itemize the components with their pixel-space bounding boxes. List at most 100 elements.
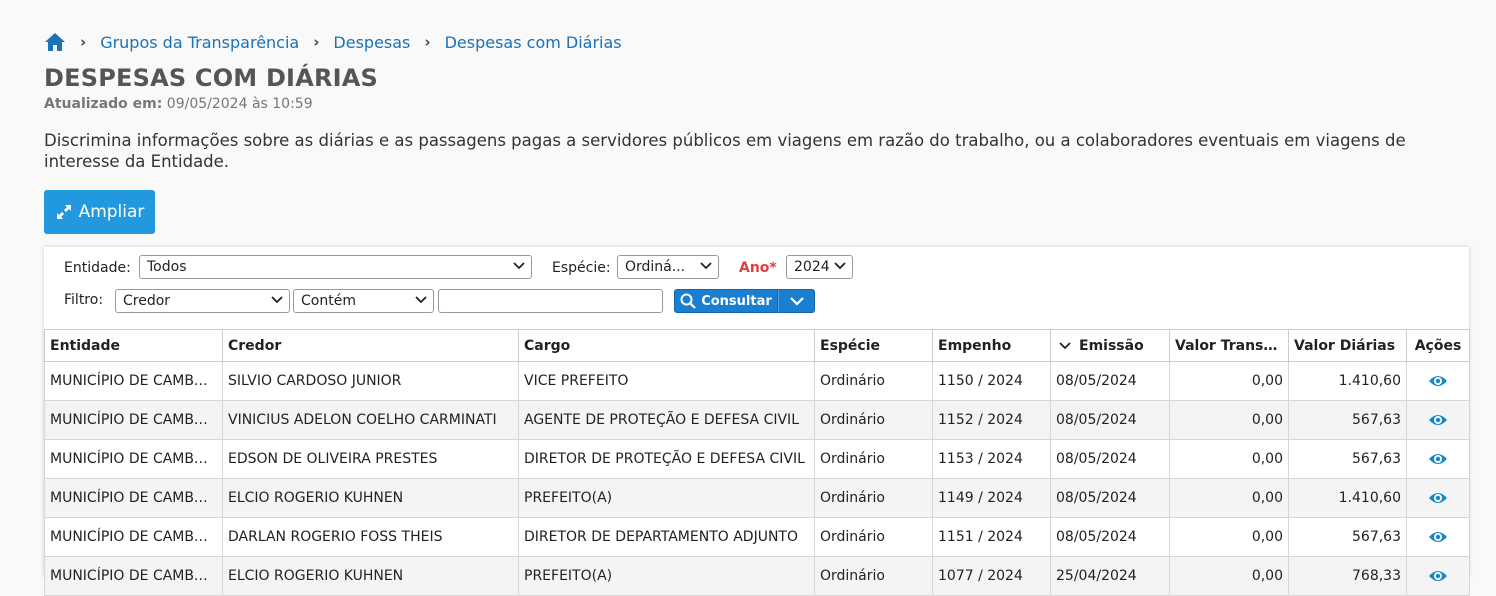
view-eye-icon[interactable]: [1428, 530, 1448, 544]
cell-credor: ELCIO ROGERIO KUHNEN: [222, 478, 519, 518]
filtro-field-value: Credor: [123, 293, 171, 309]
cell-credor: DARLAN ROGERIO FOSS THEIS: [222, 517, 519, 557]
filtro-field-select[interactable]: Credor: [115, 289, 290, 313]
cell-entidade: MUNICÍPIO DE CAMBOR...: [44, 517, 223, 557]
cell-valor-diarias: 567,63: [1288, 439, 1407, 479]
chevron-down-icon: [513, 262, 525, 270]
table-row[interactable]: MUNICÍPIO DE CAMBOR... ELCIO ROGERIO KUHN…: [44, 478, 1470, 518]
cell-credor: SILVIO CARDOSO JUNIOR: [222, 361, 519, 401]
cell-entidade: MUNICÍPIO DE CAMBOR...: [44, 439, 223, 479]
cell-empenho: 1077 / 2024: [932, 556, 1051, 596]
table-row[interactable]: MUNICÍPIO DE CAMBOR... ELCIO ROGERIO KUHN…: [44, 556, 1470, 596]
chevron-down-icon: [700, 262, 712, 270]
especie-label: Espécie:: [552, 260, 611, 276]
especie-select[interactable]: Ordiná...: [617, 255, 719, 279]
cell-emissao: 08/05/2024: [1050, 361, 1170, 401]
entidade-select[interactable]: Todos: [139, 255, 532, 279]
table-row[interactable]: MUNICÍPIO DE CAMBOR... VINICIUS ADELON CO…: [44, 400, 1470, 440]
chevron-down-icon: [834, 262, 846, 270]
cell-especie: Ordinário: [814, 439, 933, 479]
cell-especie: Ordinário: [814, 361, 933, 401]
cell-entidade: MUNICÍPIO DE CAMBOR...: [44, 361, 223, 401]
cell-entidade: MUNICÍPIO DE CAMBOR...: [44, 400, 223, 440]
column-header[interactable]: Cargo: [518, 329, 815, 362]
cell-valor-diarias: 567,63: [1288, 400, 1407, 440]
view-eye-icon[interactable]: [1428, 374, 1448, 388]
cell-entidade: MUNICÍPIO DE CAMBOR...: [44, 556, 223, 596]
ampliar-label: Ampliar: [78, 202, 145, 222]
cell-empenho: 1151 / 2024: [932, 517, 1051, 557]
column-header[interactable]: Valor Diárias: [1288, 329, 1407, 362]
cell-acoes: [1406, 517, 1470, 557]
cell-especie: Ordinário: [814, 556, 933, 596]
view-eye-icon[interactable]: [1428, 569, 1448, 583]
column-header[interactable]: Entidade: [44, 329, 223, 362]
table-row[interactable]: MUNICÍPIO DE CAMBOR... EDSON DE OLIVEIRA …: [44, 439, 1470, 479]
cell-entidade: MUNICÍPIO DE CAMBOR...: [44, 478, 223, 518]
cell-cargo: DIRETOR DE DEPARTAMENTO ADJUNTO: [518, 517, 815, 557]
cell-empenho: 1153 / 2024: [932, 439, 1051, 479]
breadcrumb-link-grupos[interactable]: Grupos da Transparência: [100, 33, 299, 52]
chevron-down-icon: [789, 296, 804, 306]
filtro-text-input[interactable]: [438, 289, 663, 313]
cell-empenho: 1150 / 2024: [932, 361, 1051, 401]
cell-empenho: 1149 / 2024: [932, 478, 1051, 518]
table-row[interactable]: MUNICÍPIO DE CAMBOR... SILVIO CARDOSO JUN…: [44, 361, 1470, 401]
diarias-table: Entidade Credor Cargo Espécie Empenho Em…: [44, 329, 1470, 596]
cell-credor: EDSON DE OLIVEIRA PRESTES: [222, 439, 519, 479]
ampliar-button[interactable]: Ampliar: [44, 190, 155, 234]
cell-especie: Ordinário: [814, 400, 933, 440]
ano-value: 2024: [794, 259, 830, 275]
cell-valor-transporte: 0,00: [1169, 439, 1289, 479]
consultar-label: Consultar: [701, 293, 772, 309]
search-icon: [680, 293, 696, 309]
cell-valor-diarias: 567,63: [1288, 517, 1407, 557]
table-row[interactable]: MUNICÍPIO DE CAMBOR... DARLAN ROGERIO FOS…: [44, 517, 1470, 557]
view-eye-icon[interactable]: [1428, 491, 1448, 505]
breadcrumb-link-despesas[interactable]: Despesas: [333, 33, 410, 52]
filters-bar: Entidade: Todos Espécie: Ordiná... Ano* …: [44, 247, 1469, 329]
cell-cargo: PREFEITO(A): [518, 478, 815, 518]
chevron-down-icon: [415, 296, 427, 304]
column-header[interactable]: Credor: [222, 329, 519, 362]
cell-acoes: [1406, 478, 1470, 518]
view-eye-icon[interactable]: [1428, 452, 1448, 466]
updated-value: 09/05/2024 às 10:59: [166, 96, 313, 112]
cell-valor-diarias: 1.410,60: [1288, 478, 1407, 518]
ano-select[interactable]: 2024: [786, 255, 853, 279]
cell-valor-transporte: 0,00: [1169, 478, 1289, 518]
cell-especie: Ordinário: [814, 517, 933, 557]
updated-at: Atualizado em: 09/05/2024 às 10:59: [44, 96, 313, 112]
column-header[interactable]: Valor Transpo...: [1169, 329, 1289, 362]
cell-acoes: [1406, 439, 1470, 479]
view-eye-icon[interactable]: [1428, 413, 1448, 427]
home-icon[interactable]: [44, 32, 66, 52]
column-header-label: Emissão: [1079, 337, 1144, 354]
column-header[interactable]: Espécie: [814, 329, 933, 362]
cell-emissao: 08/05/2024: [1050, 517, 1170, 557]
filtro-operator-select[interactable]: Contém: [293, 289, 434, 313]
cell-emissao: 08/05/2024: [1050, 478, 1170, 518]
table-body: MUNICÍPIO DE CAMBOR... SILVIO CARDOSO JUN…: [44, 361, 1470, 596]
cell-cargo: AGENTE DE PROTEÇÃO E DEFESA CIVIL: [518, 400, 815, 440]
column-header: Ações: [1406, 329, 1470, 362]
cell-emissao: 25/04/2024: [1050, 556, 1170, 596]
breadcrumb-link-despesas-diarias[interactable]: Despesas com Diárias: [445, 33, 622, 52]
column-header[interactable]: Empenho: [932, 329, 1051, 362]
data-panel: Entidade: Todos Espécie: Ordiná... Ano* …: [44, 247, 1470, 596]
cell-valor-diarias: 1.410,60: [1288, 361, 1407, 401]
cell-credor: ELCIO ROGERIO KUHNEN: [222, 556, 519, 596]
filtro-operator-value: Contém: [301, 293, 356, 309]
column-header-sorted[interactable]: Emissão: [1050, 329, 1170, 362]
consultar-button[interactable]: Consultar: [674, 289, 778, 313]
chevron-right-icon: ›: [80, 33, 87, 51]
cell-acoes: [1406, 556, 1470, 596]
cell-acoes: [1406, 361, 1470, 401]
chevron-down-icon: [271, 296, 283, 304]
entidade-label: Entidade:: [64, 260, 131, 276]
consultar-options-button[interactable]: [778, 289, 815, 313]
entidade-value: Todos: [147, 259, 187, 275]
ano-label: Ano*: [739, 260, 777, 276]
cell-cargo: PREFEITO(A): [518, 556, 815, 596]
cell-valor-transporte: 0,00: [1169, 361, 1289, 401]
